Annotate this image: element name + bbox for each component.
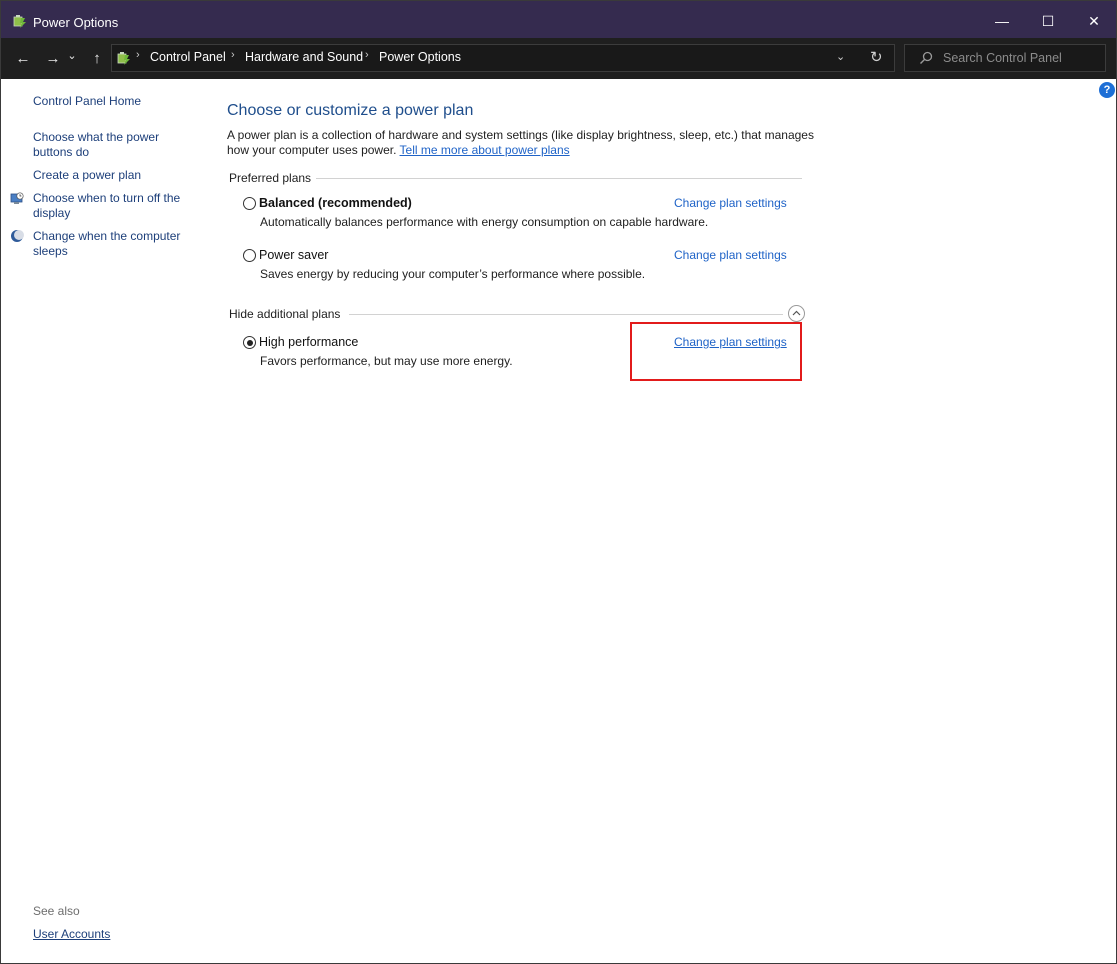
content-area: ? Control Panel Home Choose what the pow… xyxy=(1,79,1116,963)
close-button[interactable]: ✕ xyxy=(1071,1,1117,38)
control-panel-home-link[interactable]: Control Panel Home xyxy=(33,94,141,109)
power-saver-radio[interactable] xyxy=(243,249,256,262)
power-options-icon xyxy=(13,15,26,28)
breadcrumb-separator-icon[interactable]: › xyxy=(365,49,369,61)
breadcrumb-power-options[interactable]: Power Options xyxy=(379,50,461,64)
page-title: Choose or customize a power plan xyxy=(227,102,474,119)
chevron-up-icon xyxy=(792,310,801,316)
collapse-chevron-up-icon[interactable] xyxy=(788,305,805,322)
title-bar: Power Options — ☐ ✕ xyxy=(1,1,1116,38)
window-title: Power Options xyxy=(33,15,119,30)
breadcrumb-separator-icon[interactable]: › xyxy=(136,49,140,61)
plan-description-balanced: Automatically balances performance with … xyxy=(260,215,709,229)
hide-additional-plans-label[interactable]: Hide additional plans xyxy=(229,307,340,321)
sidebar-link-power-buttons[interactable]: Choose what the power buttons do xyxy=(33,130,183,160)
address-box[interactable]: › Control Panel › Hardware and Sound › P… xyxy=(111,44,895,72)
plan-name-high-performance[interactable]: High performance xyxy=(259,335,358,349)
balanced-radio[interactable] xyxy=(243,197,256,210)
breadcrumb-separator-icon[interactable]: › xyxy=(231,49,235,61)
minimize-button[interactable]: — xyxy=(979,1,1025,38)
refresh-icon[interactable]: ↻ xyxy=(870,48,883,66)
balanced-change-plan-settings-link[interactable]: Change plan settings xyxy=(674,196,787,210)
search-box[interactable] xyxy=(904,44,1106,72)
learn-more-link[interactable]: Tell me more about power plans xyxy=(400,143,570,157)
up-button[interactable]: ↑ xyxy=(86,48,108,70)
recent-locations-button[interactable]: ⌄ xyxy=(65,45,79,67)
moon-icon xyxy=(11,230,24,242)
back-button[interactable]: ← xyxy=(12,48,34,70)
address-dropdown-icon[interactable]: ⌄ xyxy=(836,50,845,63)
power-options-window: Power Options — ☐ ✕ ← → ⌄ ↑ › Control Pa… xyxy=(0,0,1117,964)
highlight-box xyxy=(630,322,802,381)
preferred-plans-label: Preferred plans xyxy=(229,171,312,185)
breadcrumb-hardware-and-sound[interactable]: Hardware and Sound xyxy=(245,50,363,64)
monitor-clock-icon xyxy=(10,192,24,204)
search-input[interactable] xyxy=(943,50,1099,66)
sidebar-link-turn-off-display[interactable]: Choose when to turn off the display xyxy=(33,191,193,221)
high-performance-radio[interactable] xyxy=(243,336,256,349)
maximize-button[interactable]: ☐ xyxy=(1025,1,1071,38)
user-accounts-link[interactable]: User Accounts xyxy=(33,927,110,941)
sidebar-link-computer-sleeps[interactable]: Change when the computer sleeps xyxy=(33,229,193,259)
power-saver-change-plan-settings-link[interactable]: Change plan settings xyxy=(674,248,787,262)
sidebar-link-create-plan[interactable]: Create a power plan xyxy=(33,168,141,183)
plan-name-power-saver[interactable]: Power saver xyxy=(259,248,328,262)
divider xyxy=(349,314,783,315)
breadcrumb-control-panel[interactable]: Control Panel xyxy=(150,50,226,64)
help-icon[interactable]: ? xyxy=(1099,82,1115,98)
divider xyxy=(316,178,802,179)
plan-description-high-performance: Favors performance, but may use more ene… xyxy=(260,354,513,368)
intro-text: A power plan is a collection of hardware… xyxy=(227,128,817,158)
forward-button[interactable]: → xyxy=(42,48,64,70)
see-also-label: See also xyxy=(33,904,80,918)
plan-name-balanced[interactable]: Balanced (recommended) xyxy=(259,196,412,210)
power-options-location-icon xyxy=(117,52,130,65)
search-icon xyxy=(920,51,933,64)
plan-description-power-saver: Saves energy by reducing your computer’s… xyxy=(260,267,646,281)
